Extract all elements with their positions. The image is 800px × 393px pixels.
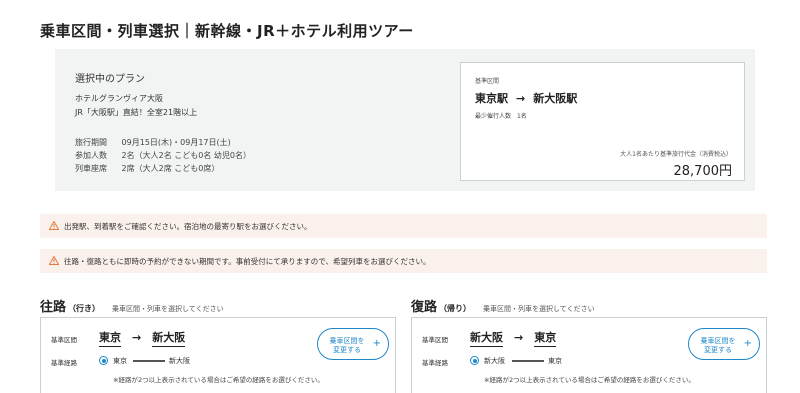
plan-heading: 選択中のプラン: [75, 74, 145, 85]
return-card: 基準区間 新大阪 → 東京 基準経路 新大阪 東京 ※経路が2つ以上表示されている場…: [411, 317, 767, 393]
return-header: 復路 （帰り） 乗車区間・列車を選択してください: [411, 296, 595, 315]
price-value: 28,700円: [673, 164, 733, 179]
min-participants-label: 最少催行人数: [475, 113, 512, 120]
return-route-radio[interactable]: [470, 356, 479, 365]
selected-plan-panel: 選択中のプラン ホテルグランヴィア大阪 JR「大阪駅」直結！全室21階以上 旅行…: [55, 49, 755, 191]
min-participants: 最少催行人数 1名: [475, 111, 527, 120]
route-line-icon: [512, 360, 544, 362]
outbound-route: 東京 → 新大阪: [99, 329, 186, 347]
travel-period-label: 旅行期間: [75, 138, 107, 147]
return-from-station: 新大阪: [470, 329, 503, 347]
outbound-from-station: 東京: [99, 329, 121, 347]
outbound-route-label: 基準経路: [51, 359, 77, 367]
warning-icon: [49, 221, 59, 230]
outbound-hint: 乗車区間・列車を選択してください: [112, 305, 224, 313]
arrow-icon: →: [132, 331, 142, 344]
outbound-to-station: 新大阪: [152, 329, 186, 347]
return-change-section-button[interactable]: 乗車区間を 変更する +: [688, 328, 760, 360]
warning-icon: [49, 256, 59, 265]
change-button-line2: 変更する: [704, 346, 732, 354]
hotel-name: ホテルグランヴィア大阪: [75, 94, 163, 103]
outbound-subtitle: （行き）: [68, 304, 101, 313]
travel-period-row: 旅行期間 09月15日(木)・09月17日(土): [75, 137, 231, 148]
participants-row: 参加人数 2名（大人2名 こども0名 幼児0名）: [75, 150, 251, 161]
hotel-note: JR「大阪駅」直結！全室21階以上: [75, 108, 198, 117]
train-seats-label: 列車座席: [75, 164, 107, 173]
return-route-from[interactable]: 新大阪: [484, 356, 505, 366]
outbound-card: 基準区間 東京 → 新大阪 基準経路 東京 新大阪 ※経路が2つ以上表示されている場…: [40, 317, 396, 393]
summary-box: 基準区間 東京駅 → 新大阪駅 最少催行人数 1名 大人1名あたり基準旅行代金（消費…: [460, 62, 745, 181]
return-title: 復路: [411, 300, 438, 315]
plus-icon: +: [743, 338, 752, 349]
return-section-label: 基準区間: [422, 336, 448, 344]
outbound-change-section-button[interactable]: 乗車区間を 変更する +: [317, 328, 389, 360]
train-seats-row: 列車座席 2席（大人2席 こども0席）: [75, 163, 219, 174]
arrow-icon: →: [516, 92, 526, 105]
arrow-icon: →: [514, 331, 524, 344]
plus-icon: +: [372, 338, 381, 349]
outbound-route-to[interactable]: 新大阪: [169, 356, 190, 366]
return-route-label: 基準経路: [422, 359, 448, 367]
route-line-icon: [133, 360, 165, 362]
change-button-line2: 変更する: [333, 346, 361, 354]
summary-caption: 基準区間: [475, 78, 500, 85]
summary-from-station: 東京駅: [475, 92, 508, 105]
summary-to-station: 新大阪駅: [533, 92, 578, 105]
participants-label: 参加人数: [75, 151, 107, 160]
page-title: 乗車区間・列車選択｜新幹線・JR＋ホテル利用ツアー: [40, 22, 414, 40]
return-route: 新大阪 → 東京: [470, 329, 557, 347]
return-route-note: ※経路が2つ以上表示されている場合はご希望の経路をお選びください。: [484, 376, 695, 384]
outbound-header: 往路 （行き） 乗車区間・列車を選択してください: [40, 296, 224, 315]
outbound-route-from[interactable]: 東京: [113, 356, 127, 366]
return-to-station: 東京: [534, 329, 557, 347]
participants-value: 2名（大人2名 こども0名 幼児0名）: [121, 151, 251, 160]
outbound-route-note: ※経路が2つ以上表示されている場合はご希望の経路をお選びください。: [113, 376, 324, 384]
min-participants-value: 1名: [516, 113, 527, 120]
outbound-route-radio[interactable]: [99, 356, 108, 365]
summary-route: 東京駅 → 新大阪駅: [475, 90, 577, 106]
notice-text-stations: 出発駅、到着駅をご確認ください。宿泊地の最寄り駅をお選びください。: [64, 222, 312, 231]
notice-banner-stations: 出発駅、到着駅をご確認ください。宿泊地の最寄り駅をお選びください。: [40, 214, 767, 238]
price-label: 大人1名あたり基準旅行代金（消費税込）: [620, 151, 732, 158]
return-hint: 乗車区間・列車を選択してください: [483, 305, 595, 313]
notice-banner-reservation: 往路・復路ともに即時の予約ができない期間です。事前受付にて承りますので、希望列車…: [40, 249, 767, 273]
outbound-section-label: 基準区間: [51, 336, 77, 344]
outbound-title: 往路: [40, 300, 67, 315]
return-subtitle: （帰り）: [439, 304, 472, 313]
train-seats-value: 2席（大人2席 こども0席）: [121, 164, 220, 173]
notice-text-reservation: 往路・復路ともに即時の予約ができない期間です。事前受付にて承りますので、希望列車…: [64, 257, 431, 266]
return-route-to[interactable]: 東京: [548, 356, 562, 366]
travel-period-value: 09月15日(木)・09月17日(土): [121, 138, 231, 147]
